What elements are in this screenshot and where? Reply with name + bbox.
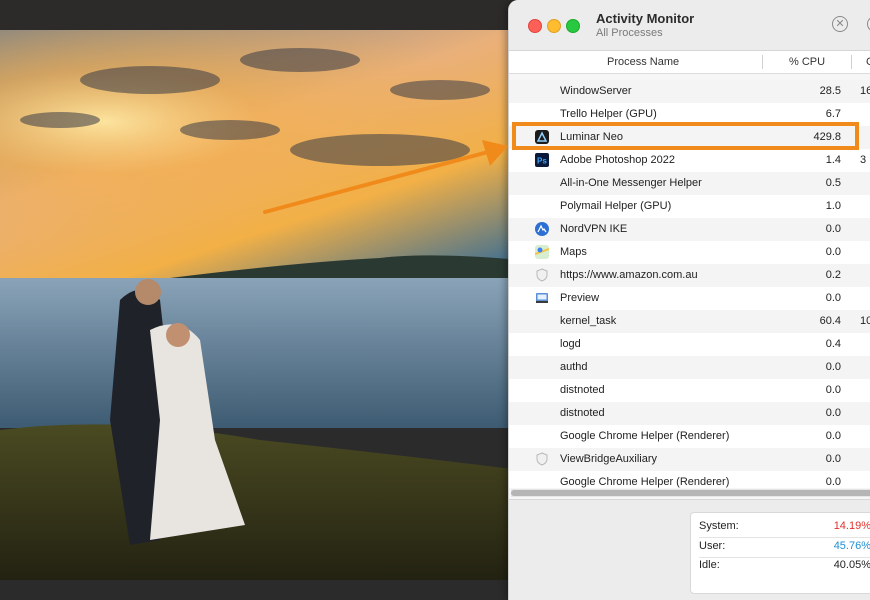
window-subtitle: All Processes (596, 27, 663, 39)
process-name: WindowServer (560, 85, 632, 97)
process-row[interactable]: WindowServer 28.5 16 (509, 80, 870, 103)
stat-user-value: 45.76% (833, 540, 870, 552)
window-title: Activity Monitor (596, 11, 695, 26)
process-name: Google Chrome Helper (Renderer) (560, 476, 730, 488)
activity-monitor-window: Activity Monitor All Processes ✕ Process… (508, 0, 870, 600)
nordvpn-icon (535, 222, 549, 236)
process-cpu-time-partial: 16 (860, 85, 870, 97)
process-name: ViewBridgeAuxiliary (560, 453, 658, 465)
process-cpu: 0.0 (825, 407, 841, 419)
process-row[interactable]: ViewBridgeAuxiliary 0.0 (509, 448, 870, 471)
process-name: logd (560, 338, 581, 350)
process-cpu: 0.0 (825, 453, 841, 465)
process-name: Polymail Helper (GPU) (560, 200, 672, 212)
column-divider (762, 55, 763, 69)
process-name: Maps (560, 246, 587, 258)
process-cpu: 0.0 (825, 430, 841, 442)
process-row[interactable]: Google Chrome Helper (Renderer) 0.0 (509, 425, 870, 448)
column-header-cpu-time[interactable]: C (866, 51, 870, 73)
horizontal-scrollbar-thumb[interactable] (511, 490, 870, 496)
process-name: kernel_task (560, 315, 617, 327)
process-row[interactable]: authd 0.0 (509, 356, 870, 379)
process-name: Google Chrome Helper (Renderer) (560, 430, 730, 442)
process-row[interactable]: NordVPN IKE 0.0 (509, 218, 870, 241)
table-header: Process Name % CPU C (509, 51, 870, 74)
process-name: NordVPN IKE (560, 223, 628, 235)
process-row[interactable]: https://www.amazon.com.au 0.2 (509, 264, 870, 287)
zoom-window-button[interactable] (566, 19, 580, 33)
process-name: Preview (560, 292, 600, 304)
process-cpu: 0.0 (825, 384, 841, 396)
process-row[interactable]: Google Chrome Helper (Renderer) 0.0 (509, 471, 870, 488)
stop-process-icon[interactable]: ✕ (832, 16, 848, 32)
column-header-process-name[interactable]: Process Name (607, 51, 679, 73)
process-name: All-in-One Messenger Helper (560, 177, 702, 189)
process-name: distnoted (560, 407, 605, 419)
stat-idle-value: 40.05% (833, 559, 870, 571)
process-cpu: 1.0 (825, 200, 841, 212)
column-header-cpu[interactable]: % CPU (789, 51, 825, 73)
cpu-stats-panel: System: 14.19% User: 45.76% Idle: 40.05% (690, 512, 870, 594)
process-row[interactable]: distnoted 0.0 (509, 379, 870, 402)
process-cpu: 0.0 (825, 246, 841, 258)
process-cpu: 0.0 (825, 223, 841, 235)
process-name: Adobe Photoshop 2022 (560, 154, 675, 166)
window-titlebar: Activity Monitor All Processes ✕ (509, 0, 870, 51)
maps-icon (534, 245, 550, 259)
process-row[interactable]: kernel_task 60.4 10 (509, 310, 870, 333)
close-window-button[interactable] (528, 19, 542, 33)
process-row[interactable]: distnoted 0.0 (509, 402, 870, 425)
process-cpu: 1.4 (825, 154, 841, 166)
photoshop-icon: Ps (535, 153, 549, 167)
process-cpu: 0.0 (825, 476, 841, 488)
stat-system-value: 14.19% (833, 520, 870, 532)
shield-icon (535, 268, 549, 282)
process-name: authd (560, 361, 588, 373)
process-row[interactable]: Maps 0.0 (509, 241, 870, 264)
process-row[interactable]: Ps Adobe Photoshop 2022 1.4 3 (509, 149, 870, 172)
preview-icon (535, 291, 549, 305)
stat-idle-label: Idle: (699, 559, 720, 571)
stat-user-label: User: (699, 540, 726, 552)
process-cpu: 0.2 (825, 269, 841, 281)
photoshop-icon-label: Ps (537, 157, 547, 166)
process-row[interactable]: Polymail Helper (GPU) 1.0 (509, 195, 870, 218)
process-cpu: 0.0 (825, 292, 841, 304)
process-cpu: 0.4 (825, 338, 841, 350)
process-row[interactable]: All-in-One Messenger Helper 0.5 (509, 172, 870, 195)
process-name: https://www.amazon.com.au (560, 269, 698, 281)
stat-system: System: 14.19% (699, 517, 870, 536)
shield-icon (535, 452, 549, 466)
column-divider (851, 55, 852, 69)
process-name: distnoted (560, 384, 605, 396)
process-cpu: 0.0 (825, 361, 841, 373)
process-cpu-time-partial: 3 (860, 154, 867, 166)
process-cpu: 60.4 (819, 315, 841, 327)
stat-system-label: System: (699, 520, 739, 532)
stat-user: User: 45.76% (699, 537, 870, 556)
stat-idle: Idle: 40.05% (699, 556, 870, 575)
process-row[interactable]: Preview 0.0 (509, 287, 870, 310)
process-cpu: 28.5 (819, 85, 841, 97)
minimize-window-button[interactable] (547, 19, 561, 33)
luminar-neo-highlight-box (512, 122, 859, 150)
process-cpu-time-partial: 10 (860, 315, 870, 327)
process-row[interactable]: logd 0.4 (509, 333, 870, 356)
process-cpu: 0.5 (825, 177, 841, 189)
